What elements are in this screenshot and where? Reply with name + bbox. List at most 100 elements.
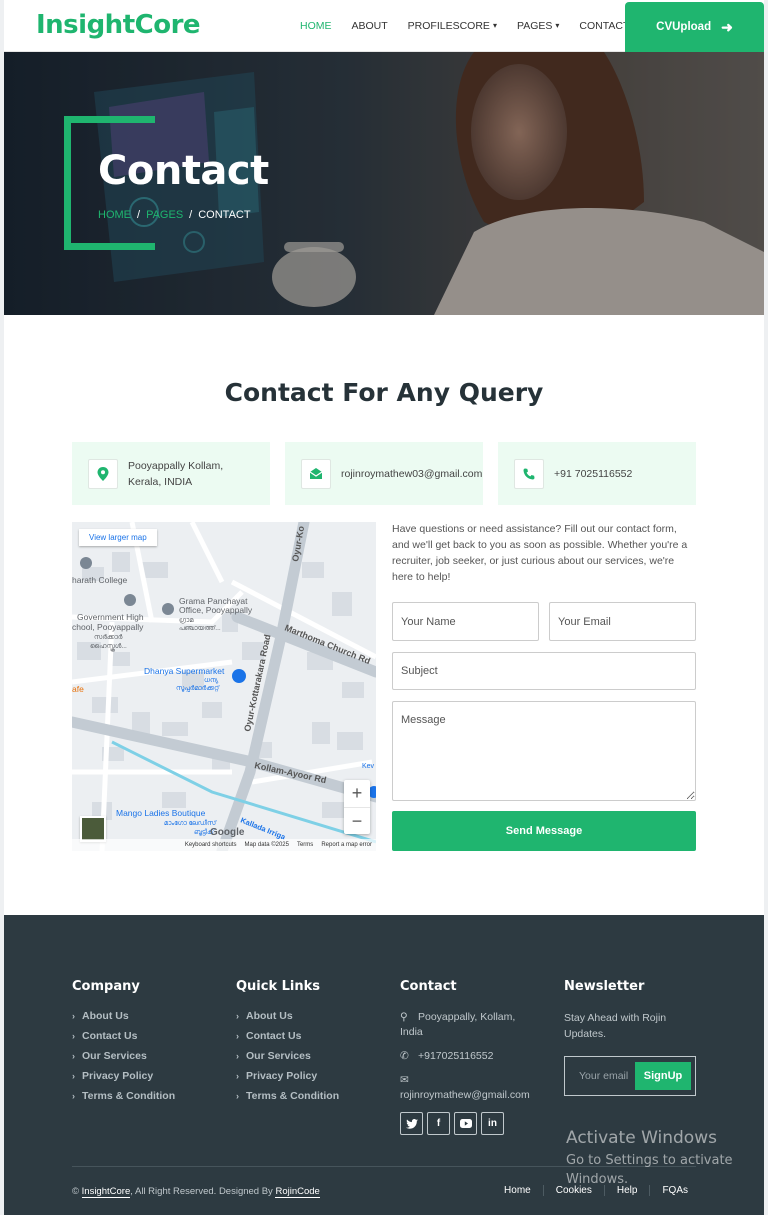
footer-link-contact[interactable]: › Contact Us <box>72 1030 175 1042</box>
report-map-error-link[interactable]: Report a map error <box>321 842 372 848</box>
chevron-right-icon: › <box>236 1010 239 1021</box>
cv-upload-button[interactable]: CVUpload ➜ <box>625 2 764 52</box>
breadcrumb-pages[interactable]: PAGES <box>146 209 183 221</box>
footer-heading: Contact <box>400 979 457 994</box>
chevron-right-icon: › <box>236 1030 239 1041</box>
view-larger-map-link[interactable]: View larger map <box>79 529 157 546</box>
map-label: Government High <box>77 612 144 622</box>
address-line-1: Pooyappally Kollam, <box>128 459 224 472</box>
page: InsightCore HOME ABOUT PROFILESCORE ▾ PAG… <box>4 0 764 1215</box>
footer-link-privacy[interactable]: › Privacy Policy <box>236 1070 339 1082</box>
linkedin-icon[interactable]: in <box>481 1112 504 1135</box>
chevron-right-icon: › <box>72 1030 75 1041</box>
map-label: Kev <box>362 763 375 770</box>
footer-link-privacy[interactable]: › Privacy Policy <box>72 1070 175 1082</box>
contact-phone[interactable]: +91 7025116552 <box>554 466 632 482</box>
footer-link-services[interactable]: › Our Services <box>236 1050 339 1062</box>
address-card: Pooyappally Kollam, Kerala, INDIA <box>72 442 270 505</box>
nav-contact[interactable]: CONTACT <box>579 20 629 32</box>
footer-link-terms[interactable]: › Terms & Condition <box>236 1090 339 1102</box>
email-card: rojinroymathew03@gmail.com <box>285 442 483 505</box>
social-links: f in <box>400 1112 548 1135</box>
breadcrumb-home[interactable]: HOME <box>98 209 131 221</box>
nav-links: HOME ABOUT PROFILESCORE ▾ PAGES ▾ CONTACT <box>300 0 629 52</box>
footer-link-services[interactable]: › Our Services <box>72 1050 175 1062</box>
message-textarea[interactable] <box>392 701 696 801</box>
breadcrumb: HOME / PAGES / CONTACT <box>98 209 251 221</box>
hero-banner: Contact HOME / PAGES / CONTACT <box>4 52 764 315</box>
footer-brand-link[interactable]: InsightCore <box>81 1186 131 1198</box>
zoom-in-button[interactable]: + <box>344 780 370 807</box>
footer-email[interactable]: ✉ rojinroymathew@gmail.com <box>400 1073 548 1103</box>
designer-link[interactable]: RojinCode <box>275 1186 320 1198</box>
keyboard-shortcuts-link[interactable]: Keyboard shortcuts <box>185 842 237 848</box>
activate-windows-watermark: Activate Windows Go to Settings to activ… <box>566 1128 733 1187</box>
chevron-right-icon: › <box>236 1070 239 1081</box>
chevron-right-icon: › <box>72 1070 75 1081</box>
map-zoom-controls: + − <box>344 780 370 834</box>
newsletter-email-input[interactable] <box>579 1070 639 1082</box>
contact-email[interactable]: rojinroymathew03@gmail.com <box>341 466 482 482</box>
arrow-right-icon: ➜ <box>721 18 733 35</box>
zoom-out-button[interactable]: − <box>344 807 370 834</box>
google-map[interactable]: harath College Government High chool, Po… <box>72 522 376 851</box>
newsletter-text: Stay Ahead with Rojin Updates. <box>564 1012 667 1040</box>
copyright: © InsightCore, All Right Reserved. Desig… <box>72 1186 320 1198</box>
chevron-down-icon: ▾ <box>492 21 497 30</box>
map-tiles[interactable]: harath College Government High chool, Po… <box>72 522 376 851</box>
footer-link-terms[interactable]: › Terms & Condition <box>72 1090 175 1102</box>
facebook-icon[interactable]: f <box>427 1112 450 1135</box>
brand-logo[interactable]: InsightCore <box>36 10 201 40</box>
phone-icon <box>514 458 544 489</box>
page-title: Contact <box>98 148 269 194</box>
map-label: chool, Pooyappally <box>72 622 144 632</box>
youtube-icon[interactable] <box>454 1112 477 1135</box>
map-label: സൂപ്പർമാർക്കറ്റ് <box>176 684 220 693</box>
map-terms-link[interactable]: Terms <box>297 842 313 848</box>
footer-heading: Newsletter <box>564 979 645 994</box>
twitter-icon[interactable] <box>400 1112 423 1135</box>
map-label: Dhanya Supermarket <box>144 666 225 676</box>
envelope-icon: ✉ <box>400 1074 409 1086</box>
nav-profilescore[interactable]: PROFILESCORE ▾ <box>408 20 497 32</box>
map-label: സർക്കാർ <box>94 633 123 641</box>
footer-phone[interactable]: ✆ +917025116552 <box>400 1049 548 1064</box>
footer-address: ⚲ Pooyappally, Kollam, India <box>400 1011 516 1038</box>
section-title: Contact For Any Query <box>224 378 544 407</box>
nav-pages[interactable]: PAGES ▾ <box>517 20 559 32</box>
footer-link-contact[interactable]: › Contact Us <box>236 1030 339 1042</box>
map-label: afe <box>72 684 84 694</box>
nav-about[interactable]: ABOUT <box>352 20 388 32</box>
send-message-button[interactable]: Send Message <box>392 811 696 851</box>
footer-company: Company › About Us › Contact Us › Our Servi… <box>72 979 175 1110</box>
footer-link-about[interactable]: › About Us <box>72 1010 175 1022</box>
chevron-right-icon: › <box>236 1090 239 1101</box>
map-label: പഞ്ചായത്ത്... <box>179 625 221 632</box>
chevron-right-icon: › <box>236 1050 239 1061</box>
map-label: ഗ്രാമ <box>179 617 194 624</box>
map-pin-icon <box>88 458 118 489</box>
breadcrumb-separator: / <box>189 209 193 221</box>
map-label: Office, Pooyappally <box>179 605 253 615</box>
form-intro: Have questions or need assistance? Fill … <box>392 523 688 583</box>
signup-button[interactable]: SignUp <box>635 1062 691 1090</box>
chevron-right-icon: › <box>72 1050 75 1061</box>
map-pin-icon: ⚲ <box>400 1011 408 1023</box>
chevron-down-icon: ▾ <box>555 21 560 30</box>
name-input[interactable] <box>392 602 539 641</box>
chevron-right-icon: › <box>72 1090 75 1101</box>
newsletter-form: SignUp <box>564 1056 696 1096</box>
nav-home[interactable]: HOME <box>300 20 332 32</box>
footer-bottom-home[interactable]: Home <box>492 1185 543 1196</box>
footer-quick-links: Quick Links › About Us › Contact Us › Our S… <box>236 979 339 1110</box>
map-label: ധന്യ <box>204 677 219 684</box>
breadcrumb-current: CONTACT <box>198 209 251 221</box>
subject-input[interactable] <box>392 652 696 690</box>
footer-link-about[interactable]: › About Us <box>236 1010 339 1022</box>
map-label: Mango Ladies Boutique <box>116 808 206 818</box>
breadcrumb-separator: / <box>137 209 141 221</box>
phone-card: +91 7025116552 <box>498 442 696 505</box>
email-input[interactable] <box>549 602 696 641</box>
map-data-text: Map data ©2025 <box>244 842 289 848</box>
footer-newsletter: Newsletter Stay Ahead with Rojin Updates… <box>564 979 696 1096</box>
